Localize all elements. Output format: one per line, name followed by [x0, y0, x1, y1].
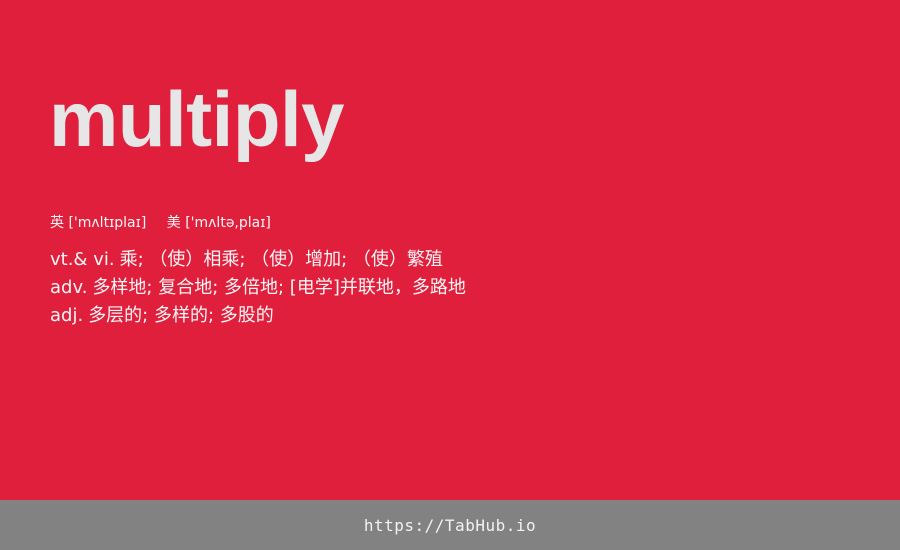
phonetics-row: 英 ['mʌltɪplaɪ] 美 ['mʌltə,plaɪ]	[50, 213, 271, 233]
definition-adverb: adv. 多样地; 复合地; 多倍地; [电学]并联地，多路地	[50, 274, 850, 302]
part-of-speech: adj.	[50, 305, 84, 326]
definition-text: 多样地; 复合地; 多倍地; [电学]并联地，多路地	[92, 277, 466, 298]
definition-verb: vt.& vi. 乘; （使）相乘; （使）增加; （使）繁殖	[50, 246, 850, 274]
us-label: 美	[166, 215, 181, 231]
definition-list: vt.& vi. 乘; （使）相乘; （使）增加; （使）繁殖 adv. 多样地; …	[50, 246, 850, 330]
part-of-speech: adv.	[50, 277, 88, 298]
uk-label: 英	[50, 215, 64, 231]
us-phonetic: 美 ['mʌltə,plaɪ]	[167, 213, 271, 233]
part-of-speech: vt.& vi.	[50, 249, 115, 270]
headword: multiply	[49, 75, 345, 163]
tabhub-link[interactable]: https://TabHub.io	[364, 516, 536, 535]
definition-text: 多层的; 多样的; 多股的	[88, 305, 274, 326]
footer-bar: https://TabHub.io	[0, 500, 900, 550]
us-ipa: ['mʌltə,plaɪ]	[185, 215, 271, 231]
definition-text: 乘; （使）相乘; （使）增加; （使）繁殖	[119, 249, 443, 270]
uk-phonetic: 英 ['mʌltɪplaɪ]	[50, 213, 146, 233]
word-card: multiply 英 ['mʌltɪplaɪ] 美 ['mʌltə,plaɪ] …	[0, 0, 900, 500]
definition-adjective: adj. 多层的; 多样的; 多股的	[50, 302, 850, 330]
uk-ipa: ['mʌltɪplaɪ]	[68, 215, 147, 231]
